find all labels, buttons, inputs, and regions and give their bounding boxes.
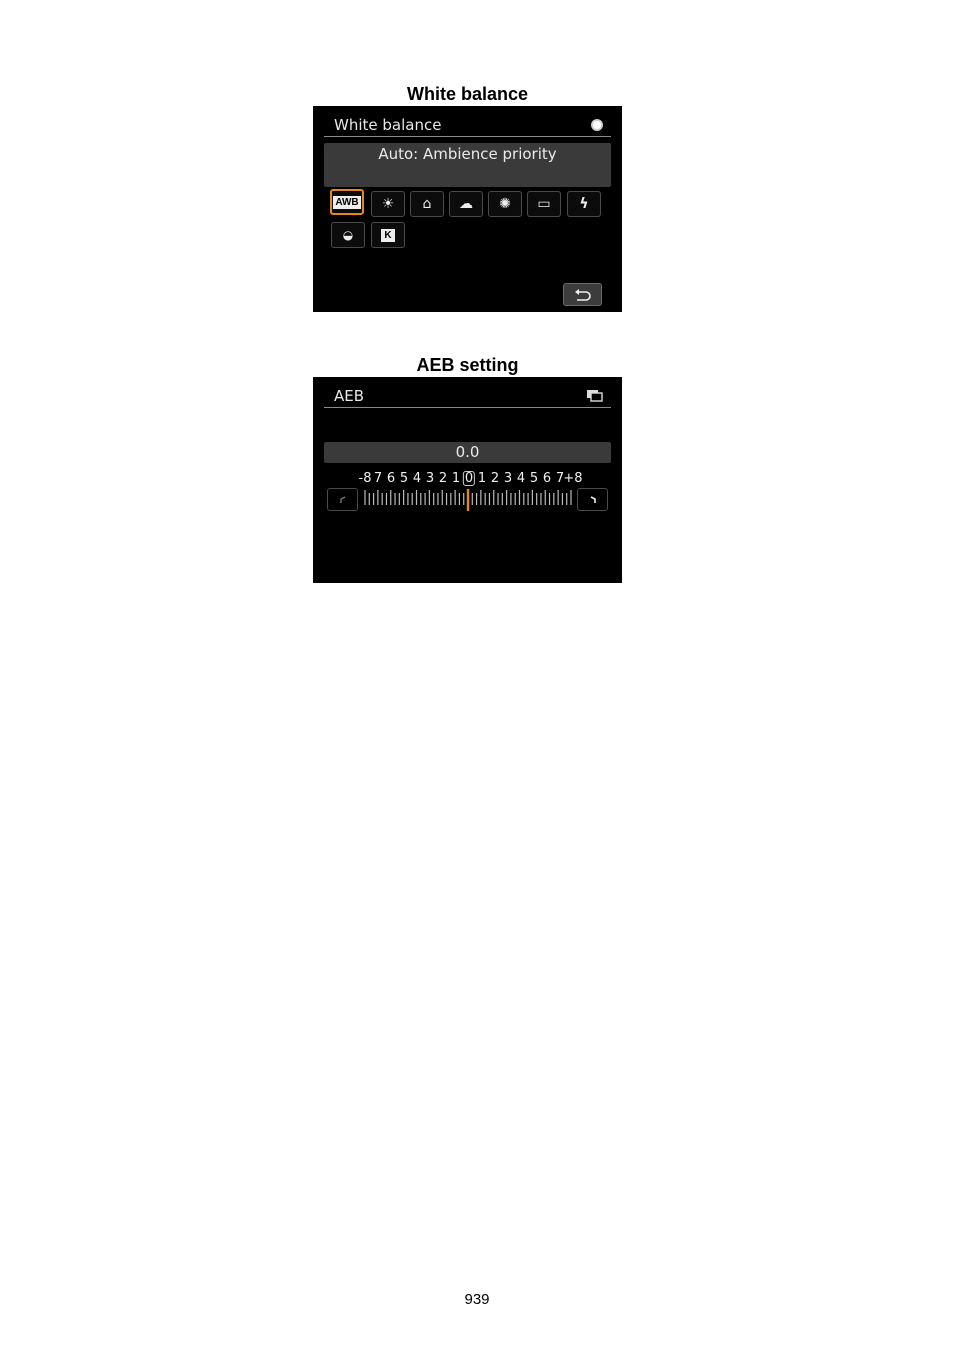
scale-label: 3 — [503, 471, 513, 486]
white-balance-icon — [591, 119, 603, 131]
white-balance-screen: White balance Auto: Ambience priority AW… — [313, 106, 622, 312]
title-divider — [324, 407, 611, 408]
daylight-icon: ☀ — [381, 196, 395, 212]
awb-icon: AWB — [333, 195, 361, 209]
scale-label: 3 — [425, 471, 435, 486]
scale-label: 6 — [542, 471, 552, 486]
scale-label: -8 — [358, 471, 372, 486]
selected-value-text: Auto: Ambience priority — [378, 145, 557, 163]
exposure-value-text: 0.0 — [455, 443, 480, 461]
exposure-value-display: 0.0 — [324, 442, 611, 463]
scale-label: 2 — [438, 471, 448, 486]
wb-option-color-temperature[interactable]: K — [371, 222, 405, 248]
selected-value-display: Auto: Ambience priority — [324, 143, 611, 187]
scale-label: 6 — [386, 471, 396, 486]
shade-icon: ⌂ — [422, 196, 432, 212]
scale-label: 5 — [529, 471, 539, 486]
flash-icon: ϟ — [579, 196, 589, 212]
color-temperature-icon: K — [381, 228, 395, 242]
screen-title: White balance — [334, 116, 442, 134]
wb-option-awb[interactable]: AWB — [330, 189, 364, 215]
scale-label: 4 — [516, 471, 526, 486]
title-divider — [324, 136, 611, 137]
exposure-scale-labels: -8 7 6 5 4 3 2 1 0 1 2 3 4 5 6 7 +8 — [355, 471, 583, 487]
exposure-indicator — [466, 489, 470, 511]
cloudy-icon: ☁ — [459, 196, 473, 212]
scale-label: 4 — [412, 471, 422, 486]
screen-title: AEB — [334, 387, 365, 405]
wb-option-tungsten[interactable]: ✺ — [488, 191, 522, 217]
aeb-icon — [587, 390, 603, 402]
scale-label: 1 — [451, 471, 461, 486]
scale-label: 7 — [373, 471, 383, 486]
custom-wb-icon: ◒ — [342, 228, 354, 242]
scale-label: +8 — [563, 471, 583, 486]
dial-left-button[interactable] — [327, 488, 358, 511]
figure-caption-aeb: AEB setting — [416, 355, 519, 375]
scale-label: 1 — [477, 471, 487, 486]
figure-caption-white-balance: White balance — [406, 84, 529, 104]
tungsten-icon: ✺ — [499, 196, 511, 212]
wb-option-flash[interactable]: ϟ — [567, 191, 601, 217]
page-number: 939 — [464, 1291, 490, 1308]
scale-label: 2 — [490, 471, 500, 486]
dial-left-icon — [339, 495, 345, 503]
dial-right-icon — [590, 495, 596, 503]
wb-option-shade[interactable]: ⌂ — [410, 191, 444, 217]
exposure-scale[interactable] — [363, 489, 573, 511]
wb-option-daylight[interactable]: ☀ — [371, 191, 405, 217]
wb-option-custom[interactable]: ◒ — [331, 222, 365, 248]
dial-right-button[interactable] — [577, 488, 608, 511]
back-button[interactable] — [563, 283, 602, 306]
wb-option-cloudy[interactable]: ☁ — [449, 191, 483, 217]
scale-label: 0 — [462, 471, 476, 486]
aeb-screen: AEB 0.0 -8 7 6 5 4 3 2 1 0 1 2 3 4 5 6 7 +8 — [313, 377, 622, 583]
scale-label: 5 — [399, 471, 409, 486]
wb-option-fluorescent[interactable]: ▭ — [527, 191, 561, 217]
return-icon — [574, 289, 591, 301]
fluorescent-icon: ▭ — [537, 196, 551, 212]
